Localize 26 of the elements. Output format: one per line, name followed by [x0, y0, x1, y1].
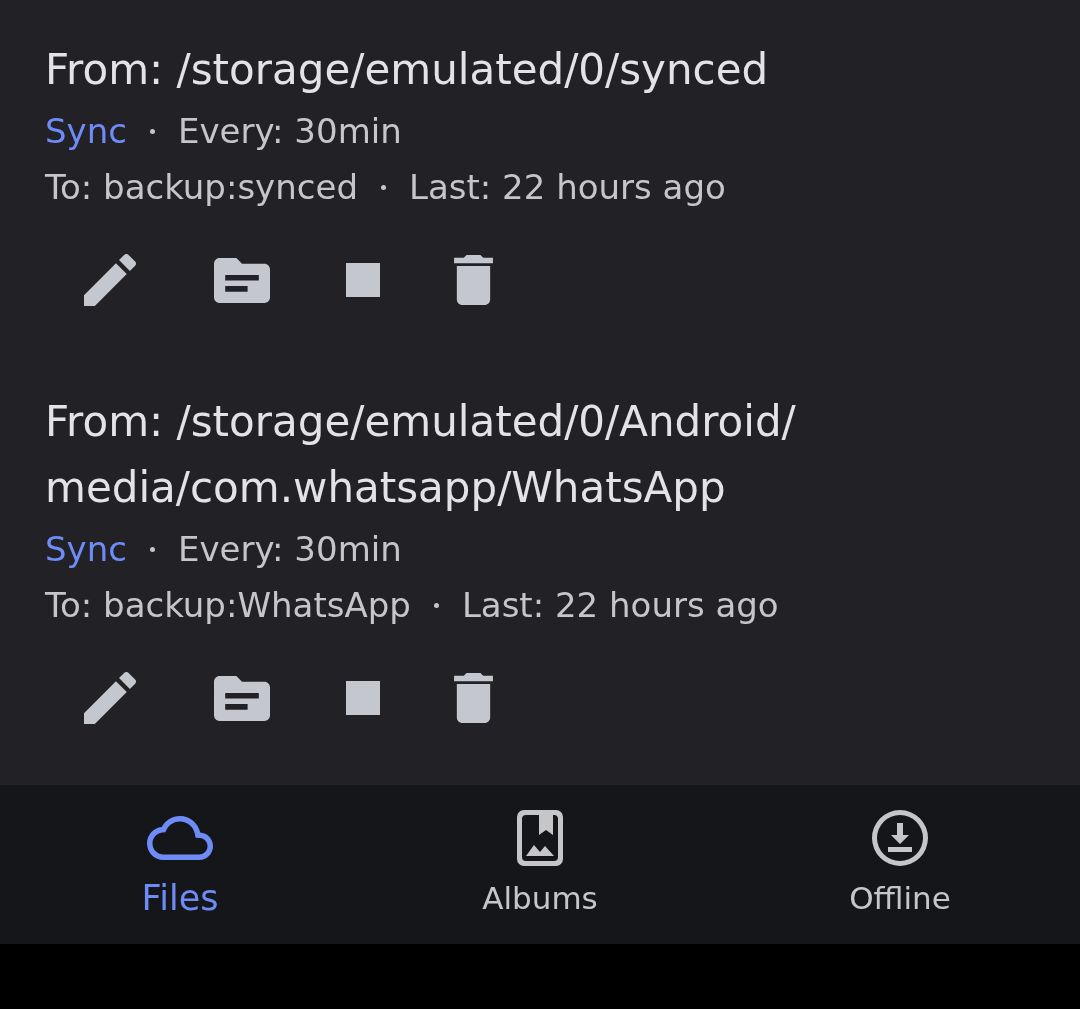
folder-icon — [214, 675, 270, 721]
photo-album-icon — [517, 810, 563, 866]
download-icon — [872, 810, 928, 866]
nav-tab[interactable]: Files — [125, 785, 235, 926]
pencil-icon — [84, 254, 136, 306]
last-run-label: Last: 22 hours ago — [409, 166, 726, 209]
pencil-icon — [84, 672, 136, 724]
separator-dot — [149, 128, 155, 134]
nav-tab[interactable]: Offline — [833, 785, 967, 926]
interval-label: Every: 30min — [177, 110, 402, 153]
separator-dot — [149, 546, 155, 552]
separator-dot — [381, 184, 386, 190]
source-path: From: /storage/emulated/0/Android/media/com.whatsapp/WhatsApp — [45, 396, 797, 514]
trash-icon — [453, 673, 493, 723]
interval-label: Every: 30min — [177, 528, 402, 571]
last-run-label: Last: 22 hours ago — [461, 584, 779, 627]
folder-icon — [214, 257, 270, 303]
trash-icon — [453, 255, 493, 305]
separator-dot — [433, 602, 439, 608]
destination-label: To: backup:WhatsApp — [45, 584, 411, 627]
mode-label: Sync — [45, 110, 127, 153]
cloud-icon — [147, 816, 213, 860]
destination-label: To: backup:synced — [45, 166, 358, 209]
source-path: From: /storage/emulated/0/synced — [45, 44, 770, 96]
mode-label: Sync — [45, 528, 127, 571]
nav-tab[interactable]: Albums — [466, 785, 614, 926]
